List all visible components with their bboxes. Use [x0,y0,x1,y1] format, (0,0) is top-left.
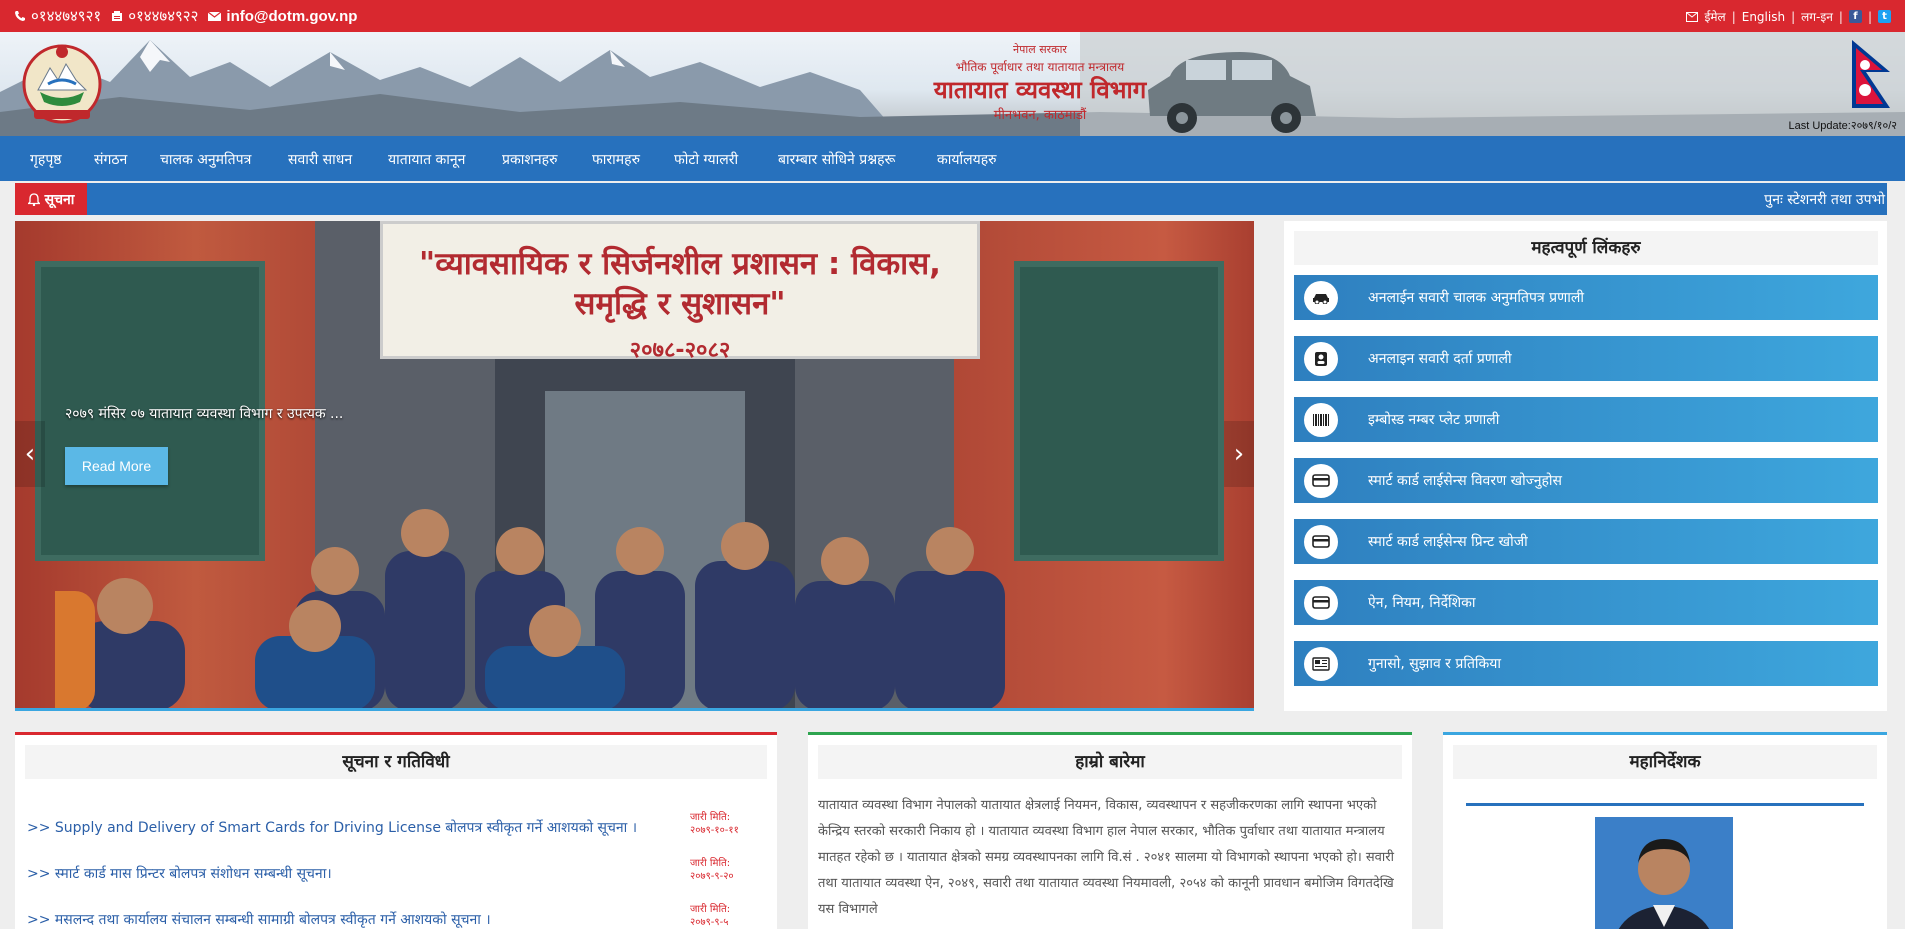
slide-caption: २०७९ मंसिर ०७ यातायात व्यवस्था विभाग र उ… [65,406,344,422]
image-slider: "व्यावसायिक र सिर्जनशील प्रशासन : विकास,… [15,221,1254,711]
phone-contact: ०१४४७४९२१ [14,6,101,26]
divider: | [1867,9,1872,24]
top-contact-bar: ०१४४७४९२१ ०१४४७४९२२ info@dotm.gov.np ईमे… [0,0,1905,32]
divider [1466,803,1864,806]
news-item[interactable]: >> मसलन्द तथा कार्यालय संचालन सम्बन्धी स… [27,903,767,929]
important-links-panel: महत्वपूर्ण लिंकहरु अनलाईन सवारी चालक अनु… [1284,221,1887,711]
read-more-button[interactable]: Read More [65,447,168,485]
newspaper-icon [1304,646,1338,681]
nav-offices[interactable]: कार्यालयहरु [937,150,997,169]
important-links-title: महत्वपूर्ण लिंकहरु [1294,231,1878,265]
notice-label: सूचना [15,183,87,215]
about-text: यातायात व्यवस्था विभाग नेपालको यातायात क… [818,798,1394,917]
credit-card-icon [1304,524,1338,559]
chevron-left-icon[interactable]: ‹ [15,421,45,487]
slide-photo-sign: "व्यावसायिक र सिर्जनशील प्रशासन : विकास,… [380,221,980,363]
news-item-date: जारी मिति: २०७९-९-२० [690,858,734,882]
news-item-link[interactable]: >> मसलन्द तथा कार्यालय संचालन सम्बन्धी स… [27,910,491,929]
fax-icon [112,11,123,21]
news-item-date: जारी मिति: २०७९-१०-११ [690,812,739,836]
phone-icon [15,11,25,21]
nav-forms[interactable]: फारामहरु [592,150,640,169]
barcode-icon [1304,402,1338,437]
nav-photo-gallery[interactable]: फोटो ग्यालरी [674,150,738,169]
english-language-link[interactable]: English [1742,10,1785,24]
link-smart-card-license-search[interactable]: स्मार्ट कार्ड लाईसेन्स विवरण खोज्नुहोस [1294,458,1878,503]
credit-card-icon [1304,585,1338,620]
about-panel-title: हाम्रो बारेमा [818,745,1402,779]
nav-home[interactable]: गृहपृष्ठ [30,150,62,169]
nepal-flag-icon [1852,40,1890,108]
last-update-text: Last Update:२०७९/१०/२ [1788,120,1897,132]
credit-card-icon [1304,463,1338,498]
facebook-icon[interactable]: f [1848,10,1862,23]
divider: | [1791,9,1796,24]
envelope-outline-icon [1686,11,1699,22]
director-general-photo [1595,817,1733,929]
email-link[interactable]: ईमेल [1704,8,1725,25]
divider: | [1731,9,1736,24]
news-activities-panel: सूचना र गतिविधी >> Supply and Delivery o… [15,732,777,929]
sign-slogan: "व्यावसायिक र सिर्जनशील प्रशासन : विकास,… [419,246,941,322]
nav-vehicles[interactable]: सवारी साधन [288,150,352,169]
link-embossed-number-plate[interactable]: इम्बोस्ड नम्बर प्लेट प्रणाली [1294,397,1878,442]
about-us-panel: हाम्रो बारेमा यातायात व्यवस्था विभाग नेप… [808,732,1412,929]
director-general-panel: महानिर्देशक [1443,732,1887,929]
news-item-date: जारी मिति: २०७९-९-५ [690,904,731,928]
link-acts-rules-guidelines[interactable]: ऐन, नियम, निर्देशिका [1294,580,1878,625]
chevron-right-icon[interactable]: › [1224,421,1254,487]
envelope-icon [208,11,222,21]
news-panel-title: सूचना र गतिविधी [25,745,767,779]
dg-panel-title: महानिर्देशक [1453,745,1877,779]
nav-publications[interactable]: प्रकाशनहरु [502,150,557,169]
bell-icon [27,192,40,206]
email-contact[interactable]: info@dotm.gov.np [208,8,357,25]
car-icon [1304,280,1338,315]
link-grievance-feedback[interactable]: गुनासो, सुझाव र प्रतिकिया [1294,641,1878,686]
nav-driving-license[interactable]: चालक अनुमतिपत्र [160,150,251,169]
twitter-icon[interactable]: t [1878,10,1891,23]
news-item-link[interactable]: >> स्मार्ट कार्ड मास प्रिन्टर बोलपत्र सं… [27,864,332,883]
nav-organization[interactable]: संगठन [94,150,127,169]
notice-ticker-bar: सूचना पुनः स्टेशनरी तथा उपभो [15,183,1887,215]
login-link[interactable]: लग-इन [1801,8,1833,25]
nepal-emblem-logo [22,44,102,124]
nav-faq[interactable]: बारम्बार सोधिने प्रश्नहरू [778,150,895,169]
main-navigation: गृहपृष्ठ संगठन चालक अनुमतिपत्र सवारी साध… [0,136,1905,181]
notice-ticker-text[interactable]: पुनः स्टेशनरी तथा उपभो [1764,190,1885,209]
link-smart-card-license-print[interactable]: स्मार्ट कार्ड लाईसेन्स प्रिन्ट खोजी [1294,519,1878,564]
news-item[interactable]: >> स्मार्ट कार्ड मास प्रिन्टर बोलपत्र सं… [27,857,767,897]
news-item-link[interactable]: >> Supply and Delivery of Smart Cards fo… [27,818,637,837]
fax-contact: ०१४४७४९२२ [111,6,198,26]
nav-transport-law[interactable]: यातायात कानून [388,150,465,169]
link-online-driving-license[interactable]: अनलाईन सवारी चालक अनुमतिपत्र प्रणाली [1294,275,1878,320]
link-online-vehicle-registration[interactable]: अनलाइन सवारी दर्ता प्रणाली [1294,336,1878,381]
header-banner: नेपाल सरकार भौतिक पूर्वाधार तथा यातायात … [0,32,1905,136]
divider: | [1838,9,1843,24]
vintage-car-image [1148,52,1316,133]
news-item[interactable]: >> Supply and Delivery of Smart Cards fo… [27,811,767,851]
slide-photo-group [55,509,1005,708]
id-card-icon [1304,341,1338,376]
sign-years: २०७८-२०८२ [629,338,731,363]
